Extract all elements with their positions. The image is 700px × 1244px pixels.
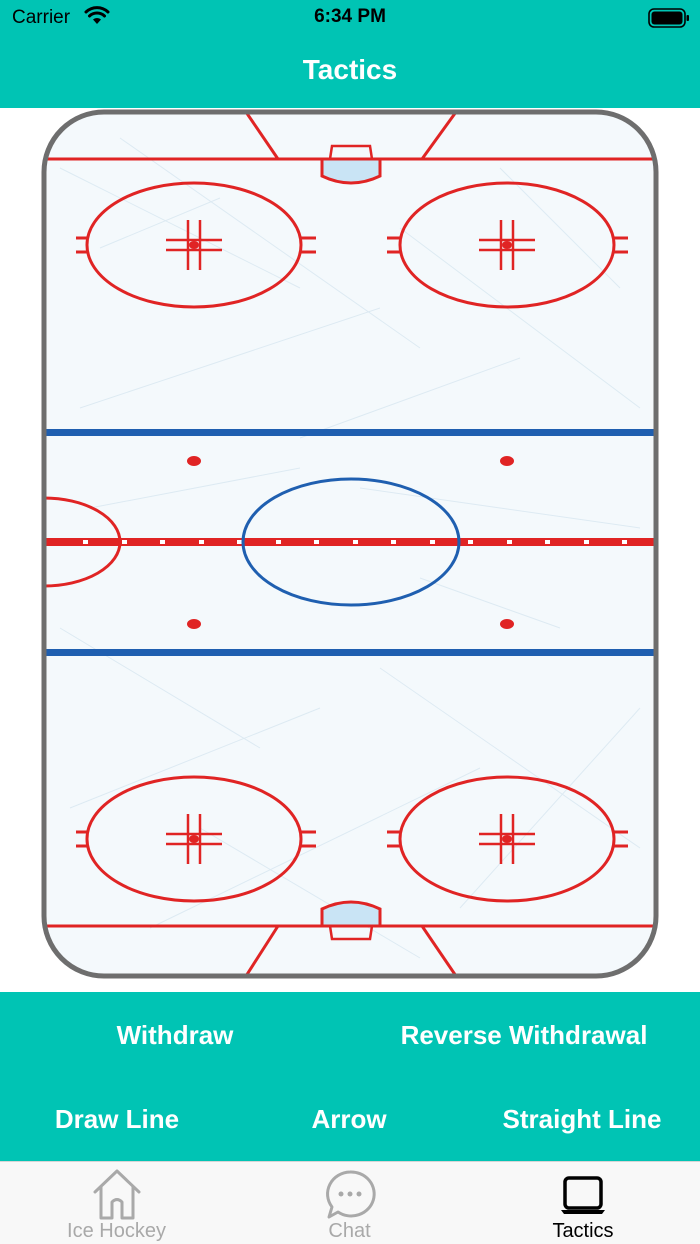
draw-line-button[interactable]: Draw Line [55, 1104, 179, 1135]
withdraw-button[interactable]: Withdraw [117, 1020, 234, 1051]
drawing-tools-panel: Withdraw Reverse Withdrawal Draw Line Ar… [0, 992, 700, 1161]
arrow-button[interactable]: Arrow [311, 1104, 386, 1135]
status-bar: Carrier 6:34 PM [0, 0, 700, 38]
straight-line-button[interactable]: Straight Line [503, 1104, 662, 1135]
tactics-board[interactable] [0, 108, 700, 992]
reverse-withdrawal-button[interactable]: Reverse Withdrawal [401, 1020, 648, 1051]
top-goal-crease [320, 157, 382, 185]
tab-label: Chat [328, 1220, 371, 1242]
tab-label: Ice Hockey [67, 1220, 166, 1242]
tab-bar: Ice Hockey Chat Tactics [0, 1161, 700, 1244]
status-time: 6:34 PM [314, 6, 386, 27]
tab-chat[interactable]: Chat [233, 1162, 466, 1244]
bottom-blue-line [44, 649, 656, 656]
tactics-board-icon [561, 1176, 605, 1214]
page-title: Tactics [302, 54, 398, 85]
battery-icon [648, 8, 689, 28]
home-icon [93, 1169, 140, 1220]
tab-label: Tactics [552, 1220, 614, 1242]
top-blue-line [44, 429, 656, 436]
chat-bubble-icon [325, 1170, 376, 1219]
tab-ice-hockey[interactable]: Ice Hockey [0, 1162, 233, 1244]
navigation-header: Carrier 6:34 PM Tactics [0, 0, 700, 108]
tab-tactics[interactable]: Tactics [466, 1162, 700, 1244]
bottom-goal-crease [320, 900, 382, 928]
ice-hockey-rink[interactable] [0, 108, 700, 992]
center-red-line [44, 538, 656, 546]
